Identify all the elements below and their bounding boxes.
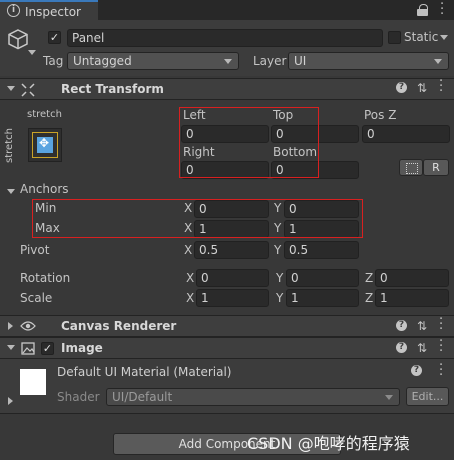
scale-z-label: Z [365, 291, 374, 305]
gameobject-cube-icon [8, 29, 28, 50]
posz-label: Pos Z [364, 108, 397, 122]
chevron-down-icon [434, 59, 442, 64]
kebab-menu-icon[interactable]: · · · [439, 75, 443, 98]
presets-icon[interactable]: ⇅ [417, 319, 427, 333]
kebab-menu-icon[interactable]: · · · [440, 0, 444, 21]
anchors-label: Anchors [20, 182, 69, 196]
gameobject-header: ✓ Panel Static Tag Untagged Layer UI [0, 20, 454, 76]
rot-y-label: Y [276, 271, 284, 285]
foldout-arrow-icon[interactable] [8, 322, 13, 330]
material-foldout-icon[interactable] [8, 397, 13, 405]
anchor-preset-side-label: stretch [3, 128, 15, 163]
rot-z-label: Z [365, 271, 374, 285]
canvas-renderer-header[interactable]: Canvas Renderer ? ⇅ · · · [0, 313, 454, 337]
material-preview [20, 369, 46, 395]
component-title: Image [61, 341, 103, 355]
scale-y-label: Y [276, 291, 284, 305]
raw-edit-button[interactable]: R [423, 159, 449, 176]
edit-shader-button[interactable]: Edit... [406, 387, 449, 406]
help-icon[interactable]: ? [396, 320, 407, 331]
rect-transform-header[interactable]: Rect Transform ? ⇅ · · · [0, 75, 454, 100]
pivot-y-field[interactable]: 0.5 [284, 241, 359, 259]
scale-z-field[interactable]: 1 [375, 289, 449, 307]
object-name-field[interactable]: Panel [67, 29, 383, 47]
rect-transform-body: stretch stretch ✥ Left Top Pos Z 0 0 0 R… [0, 100, 454, 312]
rot-x-label: X [186, 271, 195, 285]
image-header[interactable]: ✓ Image ? ⇅ · · · [0, 335, 454, 359]
blueprint-mode-button[interactable] [399, 159, 423, 176]
component-title: Canvas Renderer [61, 319, 177, 333]
scale-y-field[interactable]: 1 [286, 289, 359, 307]
pivot-y-label: Y [274, 243, 282, 257]
scale-x-label: X [186, 291, 195, 305]
material-section: Default UI Material (Material) ? · · · Sha… [0, 359, 454, 414]
rotation-label: Rotation [20, 271, 71, 285]
edges-highlight-box [179, 107, 319, 178]
anchors-foldout-icon[interactable] [7, 189, 15, 194]
blueprint-icon [406, 163, 418, 174]
kebab-menu-icon[interactable]: · · · [439, 335, 443, 358]
kebab-menu-icon[interactable]: · · · [439, 313, 443, 336]
presets-icon[interactable]: ⇅ [417, 81, 427, 95]
stretch-arrows-icon: ✥ [39, 136, 50, 150]
pivot-label: Pivot [20, 243, 50, 257]
tag-dropdown[interactable]: Untagged [67, 52, 239, 70]
pivot-x-field[interactable]: 0.5 [194, 241, 269, 259]
anchor-preset-top-label: stretch [27, 109, 62, 120]
material-name: Default UI Material (Material) [57, 365, 232, 379]
pivot-x-label: X [184, 243, 193, 257]
anchors-highlight-box [32, 199, 363, 238]
rot-z-field[interactable]: 0 [375, 269, 449, 287]
foldout-arrow-icon[interactable] [7, 86, 15, 91]
foldout-arrow-icon[interactable] [7, 345, 15, 350]
shader-label: Shader [57, 390, 100, 404]
scale-label: Scale [20, 291, 53, 305]
tag-label: Tag [43, 54, 64, 68]
help-icon[interactable]: ? [396, 342, 407, 353]
tab-inspector[interactable]: i Inspector [0, 0, 98, 20]
component-title: Rect Transform [61, 82, 164, 96]
rect-transform-icon [21, 83, 35, 97]
tag-value: Untagged [73, 54, 132, 68]
shader-dropdown[interactable]: UI/Default [106, 388, 400, 406]
chevron-down-icon[interactable] [28, 50, 36, 55]
info-icon: i [7, 4, 20, 17]
static-checkbox[interactable] [388, 31, 401, 44]
eye-icon [20, 321, 36, 331]
lock-icon-body [417, 9, 428, 16]
static-dropdown-icon[interactable] [440, 35, 448, 40]
scale-x-field[interactable]: 1 [196, 289, 269, 307]
chevron-down-icon [224, 59, 232, 64]
shader-value: UI/Default [112, 390, 173, 404]
tab-bar: i Inspector · · · [0, 0, 454, 21]
layer-dropdown[interactable]: UI [288, 52, 449, 70]
presets-icon[interactable]: ⇅ [417, 341, 427, 355]
help-icon[interactable]: ? [396, 82, 407, 93]
layer-value: UI [294, 54, 307, 68]
kebab-menu-icon[interactable]: · · · [439, 359, 443, 382]
posz-field[interactable]: 0 [362, 125, 450, 143]
anchor-presets-button[interactable]: ✥ [28, 128, 62, 162]
image-enabled-checkbox[interactable]: ✓ [41, 342, 54, 355]
rot-y-field[interactable]: 0 [286, 269, 359, 287]
help-icon[interactable]: ? [411, 365, 422, 376]
chevron-down-icon [385, 395, 393, 400]
rot-x-field[interactable]: 0 [196, 269, 269, 287]
layer-label: Layer [253, 54, 287, 68]
image-component-icon [21, 342, 35, 355]
watermark: CSDN @咆哮的程序猿 [247, 434, 410, 453]
active-checkbox[interactable]: ✓ [48, 31, 61, 44]
tab-label: Inspector [25, 5, 81, 19]
static-label: Static [404, 30, 439, 44]
